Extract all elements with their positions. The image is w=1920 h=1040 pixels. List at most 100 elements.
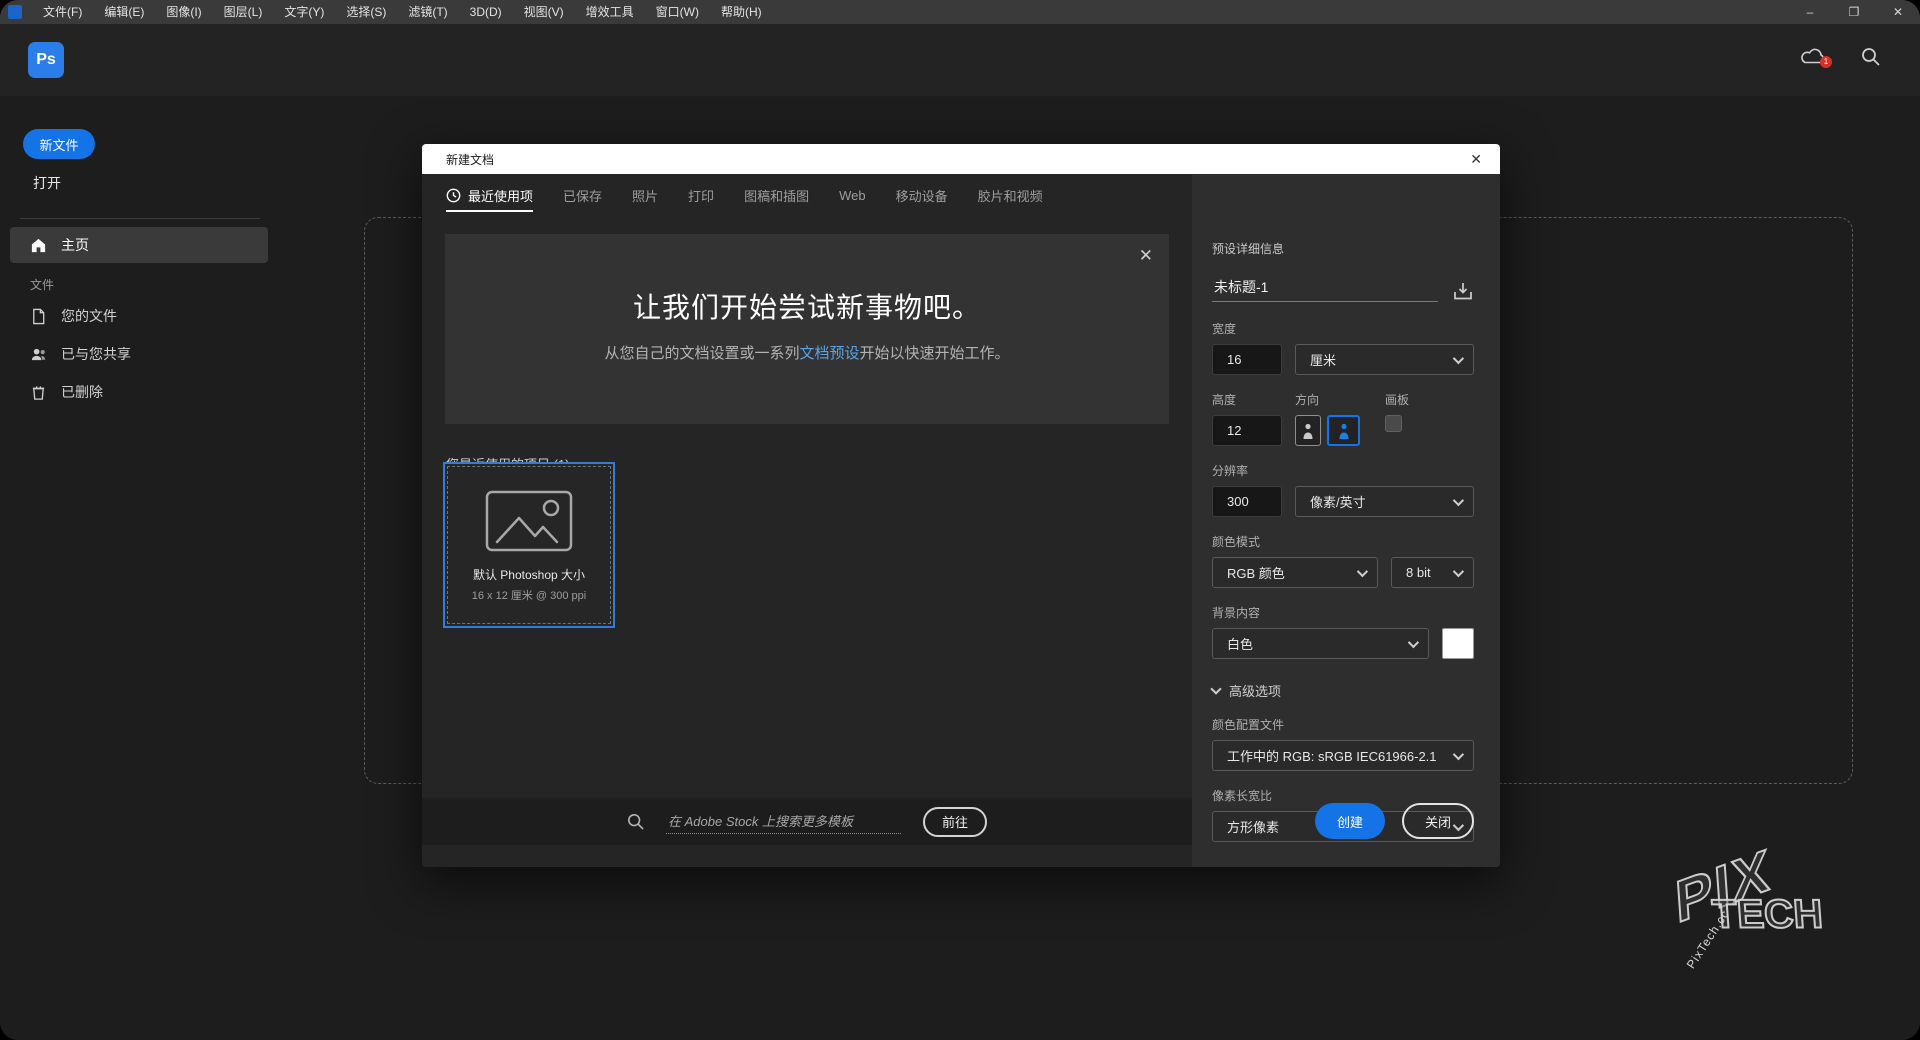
- window-restore-button[interactable]: ❐: [1832, 0, 1876, 24]
- tab-label: Web: [839, 188, 866, 203]
- color-profile-select[interactable]: 工作中的 RGB: sRGB IEC61966-2.1: [1212, 740, 1474, 771]
- stock-go-button[interactable]: 前往: [923, 807, 987, 837]
- document-icon: [30, 308, 47, 325]
- resolution-input[interactable]: [1212, 486, 1282, 517]
- tab-web[interactable]: Web: [839, 174, 866, 216]
- trash-icon: [30, 384, 47, 401]
- tab-photo[interactable]: 照片: [632, 174, 658, 216]
- sidebar-item-shared-with-you[interactable]: 已与您共享: [10, 337, 268, 371]
- preset-category-tabs: 最近使用项 已保存 照片 打印 图稿和插图 Web 移动设备 胶片和视频: [422, 174, 1192, 216]
- sidebar-item-label: 您的文件: [61, 306, 117, 326]
- advanced-options-toggle[interactable]: 高级选项: [1212, 681, 1474, 700]
- sidebar-item-label: 已删除: [61, 382, 103, 402]
- preset-card-dimensions: 16 x 12 厘米 @ 300 ppi: [445, 587, 613, 603]
- image-placeholder-icon: [485, 490, 573, 552]
- menu-type[interactable]: 文字(Y): [273, 0, 335, 24]
- home-sidebar: 新文件 打开 主页 文件 您的文件: [0, 96, 285, 1040]
- tab-label: 已保存: [563, 186, 602, 205]
- sidebar-item-home[interactable]: 主页: [10, 227, 268, 263]
- height-label: 高度: [1212, 391, 1295, 408]
- width-input[interactable]: [1212, 344, 1282, 375]
- banner-close-button[interactable]: ✕: [1139, 246, 1153, 266]
- sidebar-item-label: 主页: [61, 235, 89, 255]
- create-button[interactable]: 创建: [1315, 803, 1385, 839]
- landscape-person-icon: [1336, 422, 1352, 440]
- sidebar-item-your-files[interactable]: 您的文件: [10, 299, 268, 333]
- dialog-main-area: 最近使用项 已保存 照片 打印 图稿和插图 Web 移动设备 胶片和视频 ✕ 让…: [422, 174, 1192, 867]
- document-presets-link[interactable]: 文档预设: [799, 345, 859, 362]
- stock-search-input[interactable]: [666, 810, 901, 834]
- banner-subtitle: 从您自己的文档设置或一系列文档预设开始以快速开始工作。: [445, 342, 1169, 363]
- sidebar-item-label: 已与您共享: [61, 344, 131, 364]
- files-section-label: 文件: [30, 276, 54, 293]
- menu-3d[interactable]: 3D(D): [459, 0, 513, 24]
- dialog-close-button[interactable]: ✕: [1452, 151, 1500, 168]
- document-name-input[interactable]: [1212, 277, 1438, 302]
- photoshop-logo: Ps: [28, 42, 64, 78]
- background-contents-value: 白色: [1227, 634, 1398, 653]
- color-mode-value: RGB 颜色: [1227, 563, 1347, 582]
- menu-view[interactable]: 视图(V): [513, 0, 575, 24]
- save-preset-icon[interactable]: [1452, 280, 1474, 302]
- banner-subtitle-text: 开始以快速开始工作。: [860, 345, 1010, 362]
- photoshop-window: 文件(F) 编辑(E) 图像(I) 图层(L) 文字(Y) 选择(S) 滤镜(T…: [0, 0, 1920, 1040]
- cloud-sync-button[interactable]: 1: [1799, 46, 1827, 66]
- portrait-person-icon: [1301, 422, 1315, 440]
- people-icon: [30, 346, 47, 363]
- menu-layer[interactable]: 图层(L): [213, 0, 274, 24]
- tab-label: 最近使用项: [468, 186, 533, 205]
- chevron-down-icon: [1453, 565, 1464, 576]
- unit-select[interactable]: 厘米: [1295, 344, 1474, 375]
- resolution-unit-select[interactable]: 像素/英寸: [1295, 486, 1474, 517]
- height-input[interactable]: [1212, 415, 1282, 446]
- menu-window[interactable]: 窗口(W): [645, 0, 710, 24]
- background-contents-select[interactable]: 白色: [1212, 628, 1429, 659]
- window-minimize-button[interactable]: –: [1788, 0, 1832, 24]
- orientation-portrait-button[interactable]: [1295, 415, 1321, 446]
- chevron-down-icon: [1408, 636, 1419, 647]
- menu-image[interactable]: 图像(I): [155, 0, 212, 24]
- tab-mobile[interactable]: 移动设备: [896, 174, 948, 216]
- orientation-landscape-button[interactable]: [1327, 415, 1360, 446]
- background-contents-label: 背景内容: [1212, 604, 1474, 621]
- new-file-button[interactable]: 新文件: [23, 129, 95, 159]
- banner-headline: 让我们开始尝试新事物吧。: [445, 234, 1169, 326]
- menu-file[interactable]: 文件(F): [32, 0, 93, 24]
- chevron-down-icon: [1453, 494, 1464, 505]
- tab-label: 打印: [688, 186, 714, 205]
- menu-edit[interactable]: 编辑(E): [93, 0, 155, 24]
- app-header: Ps 1: [0, 24, 1920, 96]
- preset-details-heading: 预设详细信息: [1212, 240, 1474, 257]
- promo-banner: ✕ 让我们开始尝试新事物吧。 从您自己的文档设置或一系列文档预设开始以快速开始工…: [445, 234, 1169, 424]
- tab-label: 移动设备: [896, 186, 948, 205]
- recent-preset-card[interactable]: 默认 Photoshop 大小 16 x 12 厘米 @ 300 ppi: [443, 462, 615, 628]
- photoshop-taskbar-icon: [8, 5, 22, 19]
- color-mode-select[interactable]: RGB 颜色: [1212, 557, 1378, 588]
- menu-plugins[interactable]: 增效工具: [575, 0, 645, 24]
- background-color-swatch[interactable]: [1442, 628, 1474, 659]
- sidebar-item-deleted[interactable]: 已删除: [10, 375, 268, 409]
- watermark-text: TECH: [1711, 892, 1873, 937]
- open-button[interactable]: 打开: [33, 173, 61, 193]
- chevron-down-icon: [1453, 748, 1464, 759]
- menu-help[interactable]: 帮助(H): [710, 0, 773, 24]
- preset-card-title: 默认 Photoshop 大小: [445, 566, 613, 583]
- bit-depth-select[interactable]: 8 bit: [1391, 557, 1474, 588]
- bit-depth-value: 8 bit: [1406, 565, 1443, 580]
- tab-recent[interactable]: 最近使用项: [446, 174, 533, 216]
- close-button[interactable]: 关闭: [1402, 803, 1474, 839]
- menu-select[interactable]: 选择(S): [335, 0, 397, 24]
- tab-saved[interactable]: 已保存: [563, 174, 602, 216]
- search-icon[interactable]: [1861, 47, 1880, 66]
- resolution-label: 分辨率: [1212, 462, 1474, 479]
- menu-filter[interactable]: 滤镜(T): [397, 0, 458, 24]
- tab-art-illustration[interactable]: 图稿和插图: [744, 174, 809, 216]
- orientation-label: 方向: [1295, 391, 1385, 408]
- unit-select-value: 厘米: [1310, 350, 1443, 369]
- pixtech-watermark: PIX TECH PixTech.cc: [1667, 821, 1887, 1040]
- chevron-down-icon: [1453, 352, 1464, 363]
- artboard-checkbox[interactable]: [1385, 415, 1402, 432]
- window-close-button[interactable]: ✕: [1876, 0, 1920, 24]
- tab-print[interactable]: 打印: [688, 174, 714, 216]
- tab-film-video[interactable]: 胶片和视频: [978, 174, 1043, 216]
